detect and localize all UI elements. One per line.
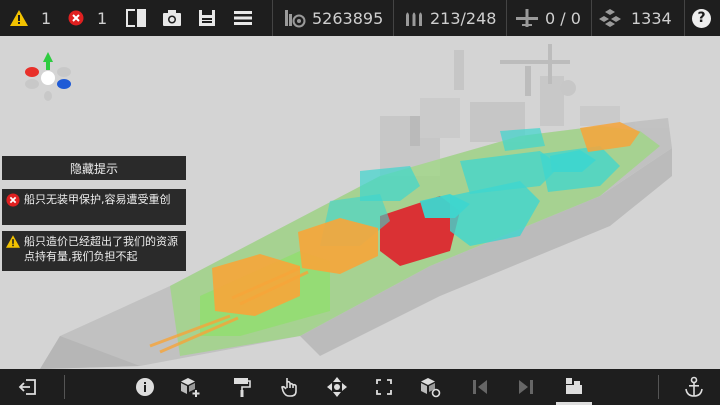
info-button[interactable] [127,369,163,405]
hint-warning: 船只造价已经超出了我们的资源点持有量,我们负担不起 [2,231,186,271]
hand-tool-button[interactable] [272,369,308,405]
error-icon [6,193,20,207]
block-settings-button[interactable] [412,369,448,405]
hint-error: 船只无装甲保护,容易遭受重创 [2,189,186,225]
ammo-indicator: 213/248 [404,0,496,36]
rotate-icon [376,379,392,395]
save-icon [199,10,215,26]
warning-icon [10,10,28,26]
aircraft-indicator: 0 / 0 [515,0,581,36]
block-settings-icon [421,378,441,398]
add-block-button[interactable] [172,369,208,405]
top-toolbar: 1 1 5263895 213/248 0 / 0 1334 ? [0,0,720,36]
help-button[interactable]: ? [692,0,711,36]
funds-value: 5263895 [312,8,384,28]
rotate-button[interactable] [366,369,402,405]
prev-icon [473,380,487,394]
move-icon [327,377,347,397]
anchor-button[interactable] [676,369,712,405]
paint-button[interactable] [224,369,260,405]
warnings-count: 1 [41,8,52,28]
error-icon [68,10,84,26]
add-block-icon [181,378,200,397]
aircraft-value: 0 / 0 [545,8,581,28]
paint-roller-icon [234,378,251,397]
hint-error-text: 船只无装甲保护,容易遭受重创 [24,193,171,206]
previous-button[interactable] [462,369,498,405]
info-icon [136,378,154,396]
anchor-icon [685,376,703,397]
errors-indicator[interactable]: 1 [68,0,107,36]
funds-indicator: 5263895 [284,0,383,36]
ship-parts-icon [566,377,582,394]
hint-warning-text: 船只造价已经超出了我们的资源点持有量,我们负担不起 [24,235,178,263]
warning-icon [6,235,20,248]
move-button[interactable] [319,369,355,405]
coins-icon [285,10,306,28]
split-view-button[interactable] [126,0,146,36]
bottom-toolbar [0,369,720,405]
resources-value: 1334 [631,8,672,28]
screenshot-button[interactable] [162,0,182,36]
next-icon [519,380,533,394]
ammo-icon [406,12,422,26]
errors-count: 1 [97,8,108,28]
exit-button[interactable] [10,369,46,405]
aircraft-icon [516,9,538,27]
ship-parts-tab[interactable] [556,369,592,405]
resources-indicator: 1334 [599,0,672,36]
menu-icon [234,11,252,25]
hide-hints-button[interactable]: 隐藏提示 [2,156,186,180]
hand-icon [281,378,297,397]
help-icon: ? [692,8,711,28]
orientation-gizmo[interactable] [22,50,74,102]
resources-icon [599,9,621,27]
save-button[interactable] [198,0,216,36]
camera-icon [163,10,181,26]
warnings-indicator[interactable]: 1 [10,0,51,36]
exit-icon [18,379,36,395]
split-view-icon [126,9,146,27]
next-button[interactable] [508,369,544,405]
ammo-value: 213/248 [430,8,497,28]
main-menu-button[interactable] [234,0,252,36]
